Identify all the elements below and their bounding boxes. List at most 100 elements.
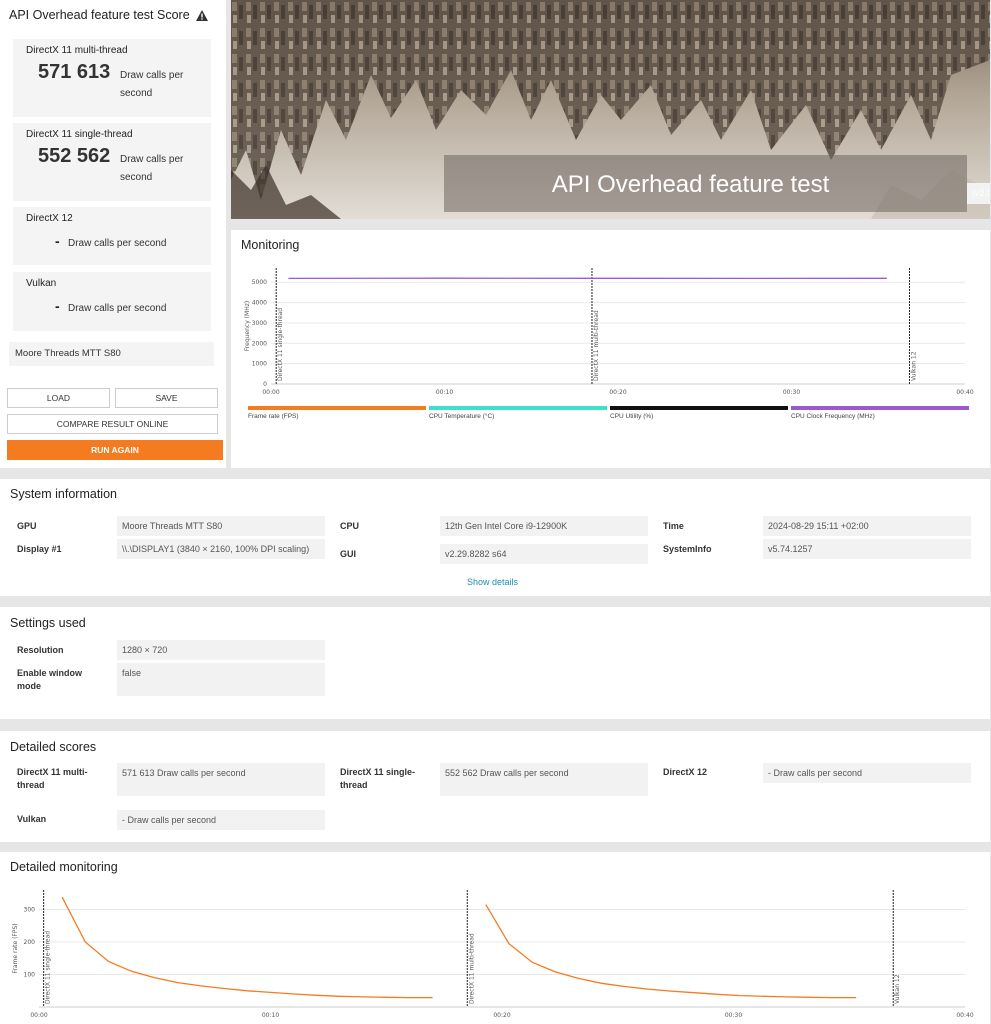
x-tick-label: 00:40 [956,389,973,396]
sysinfo-value-gui: v2.29.8282 s64 [440,544,648,564]
y-tick-label: 4000 [252,300,267,307]
detailed-score-key-dx12: DirectX 12 [663,767,708,777]
score-card-dx11-multi: DirectX 11 multi-thread 571 613 Draw cal… [13,39,211,117]
x-tick-label: 00:10 [436,389,453,396]
y-tick-label: 5000 [252,279,267,286]
sysinfo-key-gpu: GPU [17,521,37,531]
warning-icon [195,9,208,21]
legend-swatch [248,406,426,410]
run-again-button[interactable]: RUN AGAIN [7,440,223,460]
score-card-label: DirectX 11 multi-thread [26,45,128,56]
settings-key-window-mode: Enable window mode [17,668,83,691]
detailed-score-key-dx11-multi: DirectX 11 multi-thread [17,767,88,790]
x-tick-label: 00:20 [609,389,626,396]
score-card-value: 552 562 [38,145,111,167]
x-tick-label: 00:30 [783,389,800,396]
test-marker-label: DirectX 11 multi-thread [468,933,475,1004]
sysinfo-key-gui: GUI [340,549,357,559]
y-tick-label: 0 [263,381,267,388]
score-card-value: - [55,233,60,249]
detailed-score-value-vulkan: - Draw calls per second [117,810,325,830]
legend-item[interactable]: CPU Clock Frequency (MHz) [791,413,875,420]
legend-item[interactable]: Frame rate (FPS) [248,413,299,420]
gpu-name: Moore Threads MTT S80 [9,342,214,366]
score-card-label: Vulkan [26,278,57,289]
detailed-scores-panel: Detailed scores DirectX 11 multi-thread … [0,731,990,842]
sysinfo-value-cpu: 12th Gen Intel Core i9-12900K [440,516,648,536]
x-tick-label: 00:00 [30,1012,47,1019]
y-tick-label: 2000 [252,340,267,347]
legend-swatch [429,406,607,410]
y-tick-label: 200 [24,939,36,946]
y-tick-label: 1000 [252,361,267,368]
detailed-monitoring-title: Detailed monitoring [10,860,118,874]
score-card-unit: Draw calls per second [68,303,167,314]
sysinfo-value-systeminfo: v5.74.1257 [763,539,971,559]
hero-version: (v2.0) [967,183,990,204]
score-card-unit: Draw calls per second [120,70,184,99]
x-tick-label: 00:00 [262,389,279,396]
score-title: API Overhead feature test Score [9,8,217,22]
y-axis-label: Frequency (MHz) [244,301,251,351]
detailed-monitoring-chart: 100 200 300 00:00 00:10 00:20 00:30 00:40 Frame … [12,890,974,1019]
hero-title-box: API Overhead feature test (v2.0) [444,155,990,212]
hero-banner: API Overhead feature test (v2.0) [231,0,990,219]
detailed-score-value-dx11-single: 552 562 Draw calls per second [440,763,648,796]
legend-item[interactable]: CPU Utility (%) [610,413,653,420]
score-card-unit: Draw calls per second [120,154,184,183]
sysinfo-key-cpu: CPU [340,521,360,531]
y-tick-label: 3000 [252,320,267,327]
settings-title: Settings used [10,616,86,630]
sysinfo-key-systeminfo: SystemInfo [663,544,712,554]
x-tick-label: 00:30 [725,1012,742,1019]
monitoring-panel: Monitoring 0 1000 2000 3000 4000 5000 00:00 00:… [231,230,990,468]
y-tick-label: 300 [24,907,36,914]
hero-title: API Overhead feature test [551,171,830,198]
test-marker-label: DirectX 11 single-thread [277,308,284,381]
score-card-label: DirectX 12 [26,213,73,224]
settings-key-resolution: Resolution [17,645,64,655]
monitoring-title: Monitoring [241,238,300,252]
test-marker-label: DirectX 11 multi-thread [593,310,600,381]
detailed-score-value-dx11-multi: 571 613 Draw calls per second [117,763,325,796]
sysinfo-key-display: Display #1 [17,544,62,554]
score-card-dx11-single: DirectX 11 single-thread 552 562 Draw ca… [13,123,211,201]
test-marker-label: Vulkan 12 [910,351,917,381]
test-marker-label: DirectX 11 single-thread [45,931,52,1004]
score-card-label: DirectX 11 single-thread [26,129,133,140]
detailed-score-key-dx11-single: DirectX 11 single-thread [340,767,416,790]
score-card-vulkan: Vulkan - Draw calls per second [13,272,211,331]
settings-value-resolution: 1280 × 720 [117,640,325,660]
detailed-score-value-dx12: - Draw calls per second [763,763,971,783]
legend-item[interactable]: CPU Temperature (°C) [429,413,494,420]
legend-swatch [791,406,969,410]
series-line [61,896,433,999]
load-button[interactable]: LOAD [7,388,110,408]
settings-panel: Settings used Resolution 1280 × 720 Enab… [0,607,990,719]
sysinfo-key-time: Time [663,521,684,531]
score-card-unit: Draw calls per second [68,238,167,249]
score-card-value: 571 613 [38,61,111,83]
score-card-dx12: DirectX 12 - Draw calls per second [13,207,211,265]
legend-swatch [610,406,788,410]
y-tick-label: 100 [24,972,36,979]
series-line [485,904,857,999]
compare-online-button[interactable]: COMPARE RESULT ONLINE [7,414,218,434]
settings-value-window-mode: false [117,663,325,696]
system-info-panel: System information GPU Moore Threads MTT… [0,479,990,596]
detailed-score-key-vulkan: Vulkan [17,814,47,824]
test-marker-label: Vulkan 12 [894,974,901,1004]
score-title-text: API Overhead feature test Score [9,8,190,22]
detailed-scores-title: Detailed scores [10,740,97,754]
sysinfo-value-time: 2024-08-29 15:11 +02:00 [763,516,971,536]
y-axis-label: Frame rate (FPS) [12,923,19,973]
score-card-value: - [55,298,60,314]
show-details-link[interactable]: Show details [467,577,518,587]
system-info-title: System information [10,487,117,501]
sysinfo-value-display: \\.\DISPLAY1 (3840 × 2160, 100% DPI scal… [117,539,325,559]
x-tick-label: 00:20 [493,1012,510,1019]
x-tick-label: 00:40 [956,1012,973,1019]
monitoring-chart: 0 1000 2000 3000 4000 5000 00:00 00:10 00:20 00:3… [244,268,974,396]
save-button[interactable]: SAVE [115,388,218,408]
sysinfo-value-gpu: Moore Threads MTT S80 [117,516,325,536]
